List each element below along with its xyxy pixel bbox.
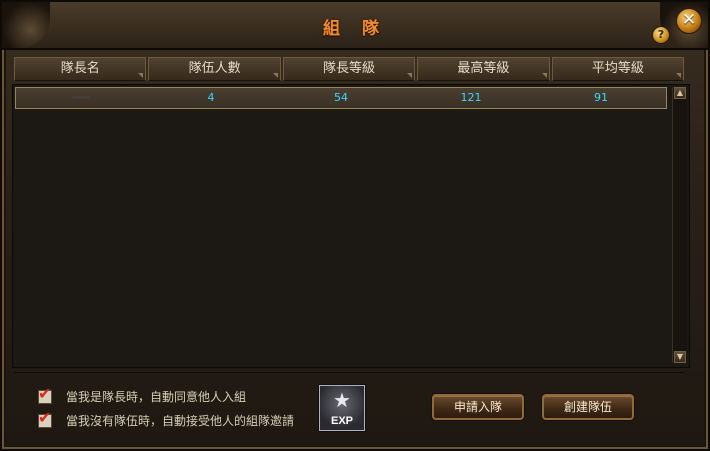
- avg-level-cell: 91: [594, 91, 608, 104]
- column-header-member-count[interactable]: 隊伍人數: [148, 57, 281, 81]
- column-header-avg-level[interactable]: 平均等級: [551, 57, 685, 81]
- leader-level-cell: 54: [334, 91, 348, 104]
- scroll-down-icon[interactable]: ▼: [674, 351, 686, 363]
- column-header-leader-level[interactable]: 隊長等級: [282, 57, 416, 81]
- table-header: 隊長名 隊伍人數 隊長等級 最高等級 平均等級: [14, 57, 685, 81]
- list-scrollbar[interactable]: ▲ ▼: [672, 87, 687, 363]
- member-count-cell: 4: [207, 91, 215, 104]
- leader-name-cell: ·······: [72, 91, 90, 104]
- auto-invite-checkbox[interactable]: ✔: [38, 409, 52, 428]
- team-list: ······· 4 54 121 91 ▲ ▼: [12, 84, 690, 368]
- title-bar[interactable]: 組 隊 ? ✕: [2, 2, 708, 50]
- checkmark-icon: ✔: [38, 407, 52, 427]
- table-row[interactable]: ······· 4 54 121 91: [15, 87, 667, 109]
- checkmark-icon: ✔: [38, 383, 52, 403]
- column-header-max-level[interactable]: 最高等級: [417, 57, 550, 81]
- column-header-leader-name[interactable]: 隊長名: [14, 57, 147, 81]
- auto-accept-checkbox[interactable]: ✔: [38, 385, 52, 404]
- close-icon[interactable]: ✕: [676, 8, 702, 34]
- divider: [14, 372, 684, 373]
- exp-bonus-icon[interactable]: ★ EXP: [319, 385, 365, 431]
- auto-invite-option: ✔ 當我沒有隊伍時，自動接受他人的組隊邀請: [38, 409, 295, 429]
- help-icon[interactable]: ?: [652, 26, 670, 44]
- apply-join-button[interactable]: 申請入隊: [432, 394, 524, 420]
- window-title: 組 隊: [323, 19, 387, 39]
- auto-invite-label: 當我沒有隊伍時，自動接受他人的組隊邀請: [66, 414, 295, 428]
- team-window: 組 隊 ? ✕ 隊長名 隊伍人數 隊長等級 最高等級 平均等級 ······· …: [0, 0, 710, 451]
- star-icon: ★: [333, 388, 351, 412]
- scroll-up-icon[interactable]: ▲: [674, 87, 686, 99]
- auto-accept-option: ✔ 當我是隊長時，自動同意他人入組: [38, 385, 247, 405]
- auto-accept-label: 當我是隊長時，自動同意他人入組: [66, 390, 247, 404]
- max-level-cell: 121: [460, 91, 482, 104]
- create-team-button[interactable]: 創建隊伍: [542, 394, 634, 420]
- exp-label: EXP: [330, 415, 353, 427]
